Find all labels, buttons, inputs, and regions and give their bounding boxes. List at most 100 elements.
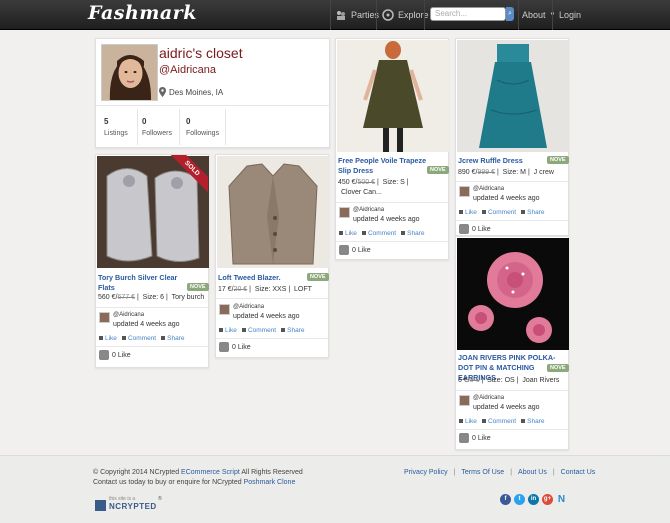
user-avatar[interactable] [339, 207, 350, 218]
updated-time: updated 4 weeks ago [233, 313, 300, 320]
like-count-text: 0 Like [112, 351, 131, 359]
listing-card[interactable]: SOLD Tory Burch Silver Clear Flats NOVE … [95, 154, 209, 368]
user-handle[interactable]: @Aidricana [113, 312, 144, 318]
user-handle[interactable]: @Aidricana [473, 186, 504, 192]
stat-value: 0 [186, 117, 191, 126]
explore-icon [382, 9, 394, 21]
user-avatar[interactable] [459, 186, 470, 197]
like-count-text: 0 Like [352, 246, 371, 254]
ncrypted-logo-icon [95, 500, 106, 511]
poshmark-clone-link[interactable]: Poshmark Clone [244, 479, 296, 486]
listing-card[interactable]: Jcrew Ruffle Dress NOVE 890 €/999 € | Si… [455, 38, 569, 236]
listing-card[interactable]: Loft Tweed Blazer. NOVE 17 €/20 € | Size… [215, 154, 329, 358]
stat-label: Followers [142, 130, 172, 137]
divider [456, 181, 568, 182]
listing-image[interactable] [217, 156, 329, 268]
updated-time: updated 4 weeks ago [353, 216, 420, 223]
nav-about[interactable]: About ▼ [522, 0, 555, 30]
nav-divider [552, 0, 553, 30]
profile-avatar[interactable] [101, 44, 158, 101]
nav-explore[interactable]: Explore [382, 0, 429, 30]
stat-listings[interactable]: 5 Listings [96, 109, 138, 145]
updated-time: updated 4 weeks ago [473, 404, 540, 411]
site-footer: © Copyright 2014 NCrypted ECommerce Scri… [0, 455, 670, 523]
price: 560 € [98, 294, 116, 301]
stat-value: 0 [142, 117, 147, 126]
copyright-text: © Copyright 2014 NCrypted ECommerce Scri… [93, 469, 303, 476]
like-count: 0 Like [459, 433, 491, 443]
divider [96, 346, 208, 347]
comment-button[interactable]: Comment [241, 327, 276, 334]
nav-login[interactable]: Login [559, 0, 581, 30]
nav-about-label: About [522, 10, 546, 20]
price: 890 € [458, 169, 476, 176]
old-price: 8 € [469, 377, 480, 384]
google-plus-icon[interactable]: g+ [542, 494, 553, 505]
listing-image[interactable] [457, 40, 569, 152]
listing-title[interactable]: Tory Burch Silver Clear Flats [98, 273, 193, 293]
divider [456, 429, 568, 430]
like-button[interactable]: Like [99, 335, 117, 342]
size: Size: S [382, 179, 405, 186]
heart-icon [99, 350, 109, 360]
user-handle[interactable]: @Aidricana [233, 304, 264, 310]
contact-us-link[interactable]: Contact Us [561, 469, 596, 476]
listing-meta: 450 €/500 € | Size: S | [338, 179, 409, 186]
about-us-link[interactable]: About Us [518, 469, 547, 476]
share-button[interactable]: Share [161, 335, 184, 342]
linkedin-icon[interactable]: in [528, 494, 539, 505]
like-count: 0 Like [339, 245, 371, 255]
comment-button[interactable]: Comment [121, 335, 156, 342]
user-handle[interactable]: @Aidricana [353, 207, 384, 213]
privacy-policy-link[interactable]: Privacy Policy [404, 469, 448, 476]
search-input[interactable]: Search... [430, 7, 506, 21]
user-avatar[interactable] [219, 304, 230, 315]
size: Size: OS [487, 377, 515, 384]
share-button[interactable]: Share [281, 327, 304, 334]
like-button[interactable]: Like [339, 230, 357, 237]
ncrypted-badge[interactable]: this site is a NCRYPTED ® [95, 496, 163, 514]
comment-button[interactable]: Comment [481, 209, 516, 216]
ncrypted-icon[interactable]: N [556, 494, 567, 505]
old-price: 677 € [117, 294, 136, 301]
heart-icon [339, 245, 349, 255]
ecommerce-script-link[interactable]: ECommerce Script [181, 469, 240, 476]
like-button[interactable]: Like [459, 209, 477, 216]
user-avatar[interactable] [459, 395, 470, 406]
stat-value: 5 [104, 117, 109, 126]
listing-title[interactable]: Free People Voile Trapeze Slip Dress [338, 156, 438, 176]
divider [456, 220, 568, 221]
nav-parties[interactable]: Parties [335, 0, 379, 30]
like-count-text: 0 Like [232, 343, 251, 351]
facebook-icon[interactable]: f [500, 494, 511, 505]
listing-title[interactable]: Loft Tweed Blazer. [218, 273, 281, 283]
nav-login-label: Login [559, 10, 582, 20]
search-button[interactable]: ⌕ [506, 7, 514, 21]
listing-meta: 17 €/20 € | Size: XXS | LOFT [218, 286, 312, 293]
heart-icon [459, 224, 469, 234]
listing-card[interactable]: JOAN RIVERS PINK POLKA-DOT PIN & MATCHIN… [455, 236, 569, 450]
twitter-icon[interactable]: t [514, 494, 525, 505]
site-logo[interactable]: Fashmark [88, 2, 197, 24]
listing-card[interactable]: Free People Voile Trapeze Slip Dress NOV… [335, 38, 449, 260]
listing-image[interactable] [457, 238, 569, 350]
listing-title[interactable]: Jcrew Ruffle Dress [458, 156, 523, 166]
listing-image[interactable] [337, 40, 449, 152]
heart-icon [219, 342, 229, 352]
action-bar: Like Comment Share [339, 230, 424, 237]
share-button[interactable]: Share [521, 418, 544, 425]
comment-button[interactable]: Comment [361, 230, 396, 237]
like-button[interactable]: Like [219, 327, 237, 334]
user-handle[interactable]: @Aidricana [473, 395, 504, 401]
share-button[interactable]: Share [521, 209, 544, 216]
profile-handle[interactable]: @Aidricana [159, 64, 216, 76]
link-divider: | [453, 469, 456, 476]
stat-followings[interactable]: 0 Followings [180, 109, 226, 145]
user-avatar[interactable] [99, 312, 110, 323]
stat-followers[interactable]: 0 Followers [138, 109, 180, 145]
comment-button[interactable]: Comment [481, 418, 516, 425]
terms-of-use-link[interactable]: Terms Of Use [461, 469, 504, 476]
share-button[interactable]: Share [401, 230, 424, 237]
action-bar: Like Comment Share [459, 209, 544, 216]
like-button[interactable]: Like [459, 418, 477, 425]
